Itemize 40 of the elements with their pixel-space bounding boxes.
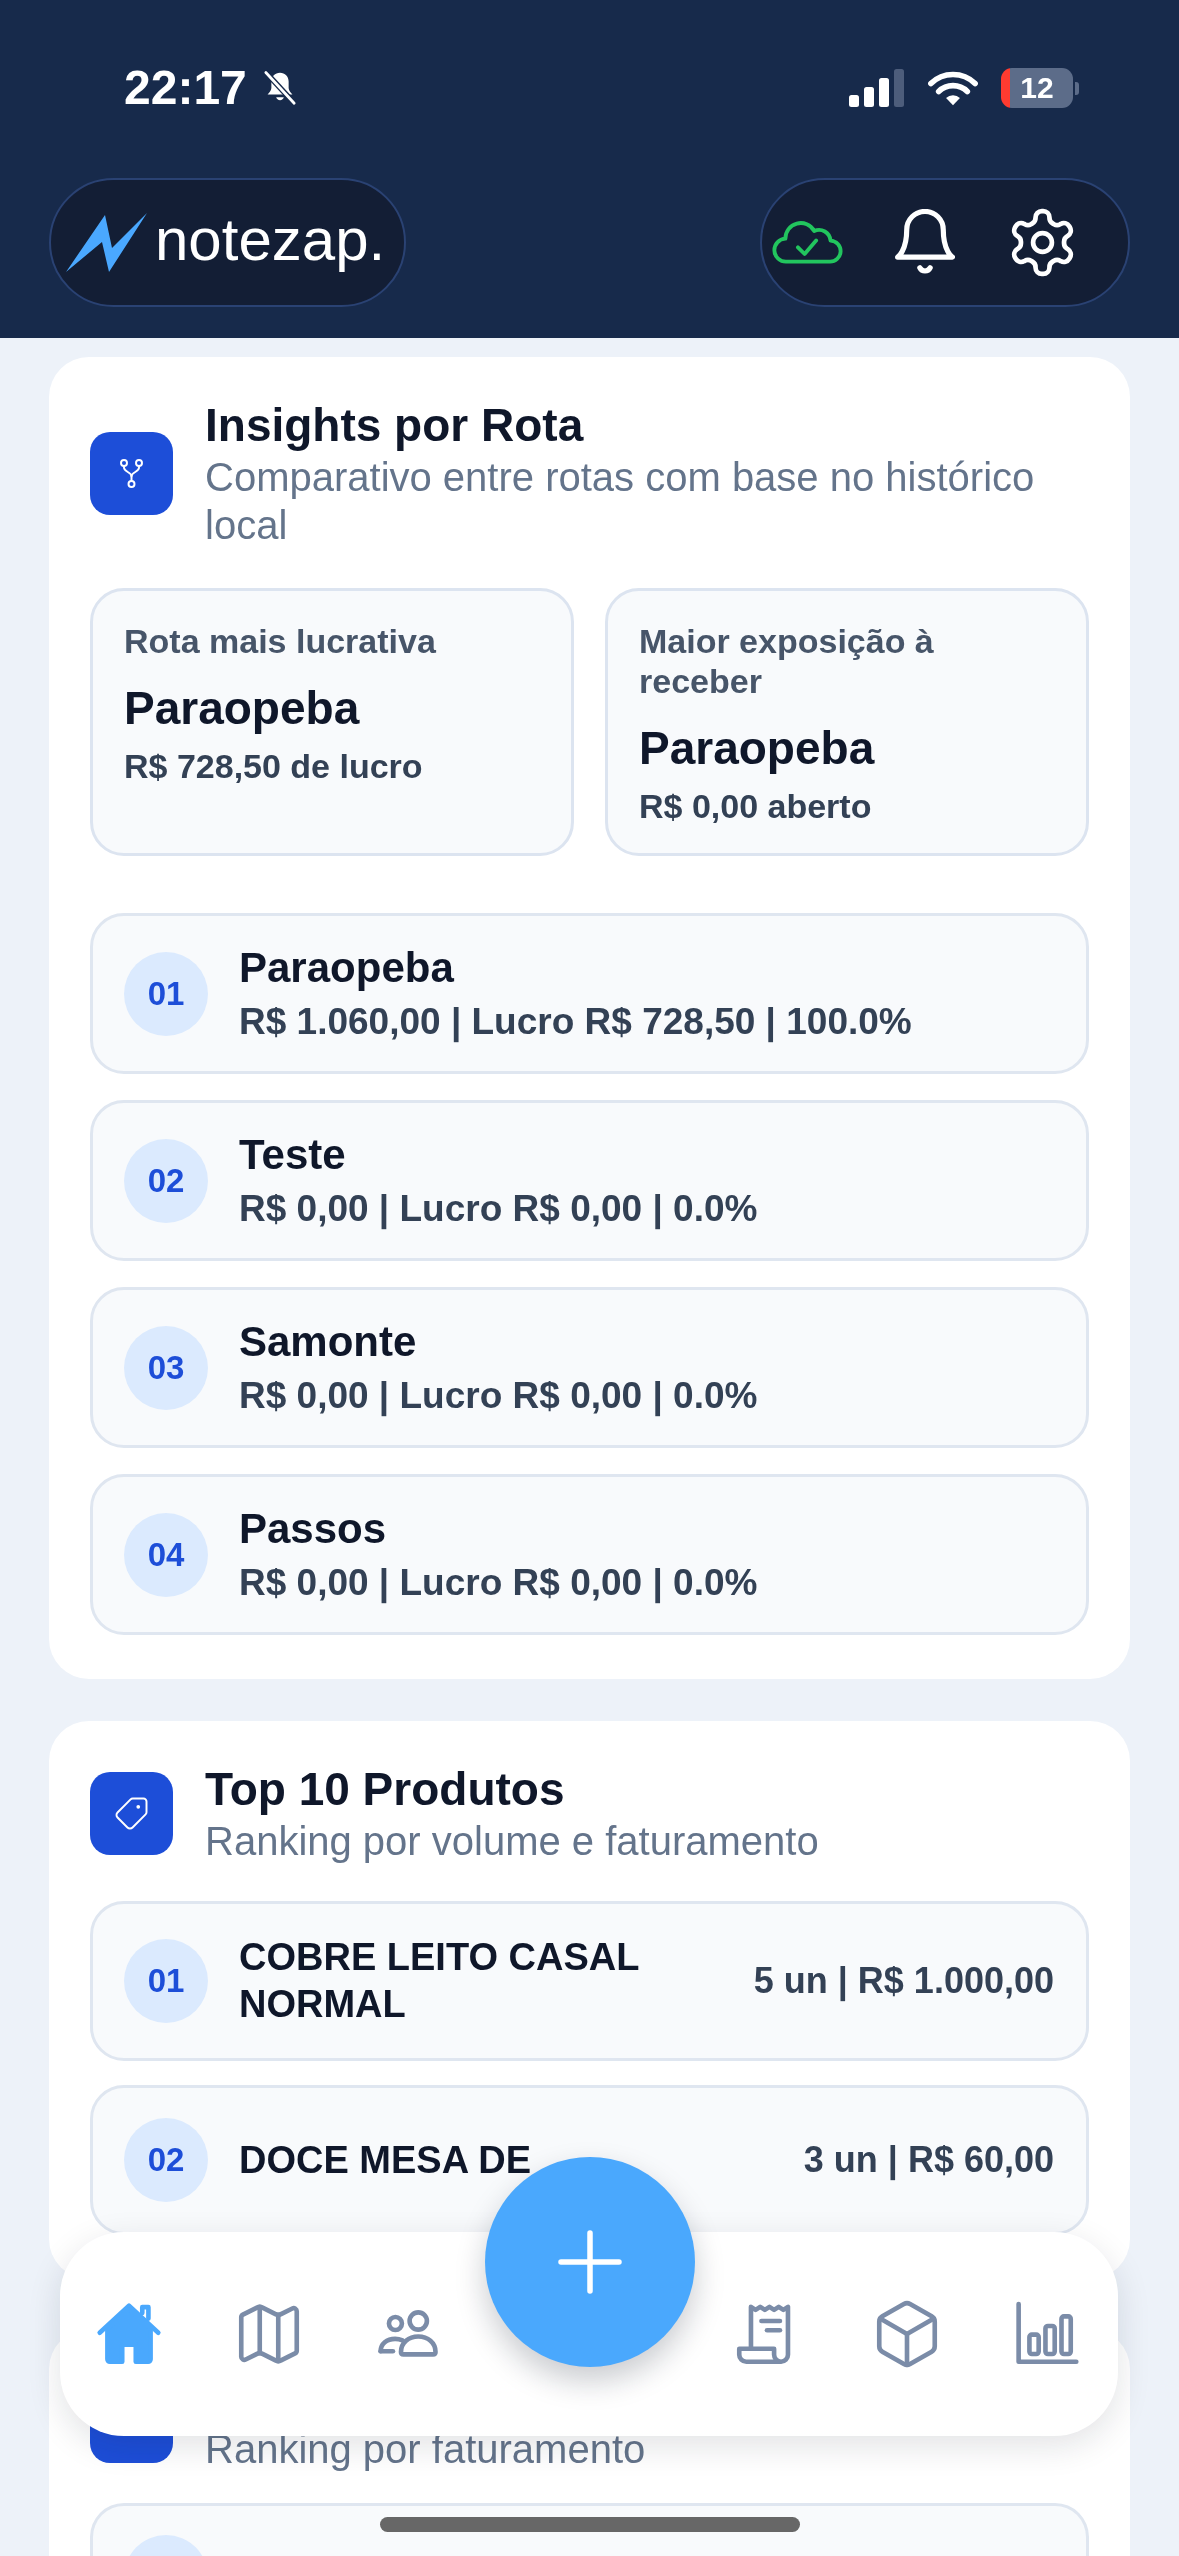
route-summary: R$ 0,00 | Lucro R$ 0,00 | 0.0% xyxy=(239,1374,758,1419)
rank-badge: 01 xyxy=(124,1939,208,2023)
section-subtitle: Comparativo entre rotas com base no histórico local xyxy=(205,454,1036,549)
highlight-value: Paraopeba xyxy=(639,721,876,776)
battery-indicator: 12 xyxy=(1001,68,1079,108)
section-title: Top 10 Produtos xyxy=(205,1762,566,1817)
rank-badge: 04 xyxy=(124,1512,208,1597)
highlight-detail: R$ 728,50 de lucro xyxy=(124,746,424,787)
tag-icon xyxy=(90,1771,173,1855)
highlight-detail: R$ 0,00 aberto xyxy=(639,786,873,827)
route-name: Passos xyxy=(239,1504,388,1554)
wifi-icon xyxy=(927,69,979,107)
fork-icon xyxy=(90,431,173,515)
product-summary: 5 un | R$ 1.000,00 xyxy=(753,1959,1054,2004)
section-title: Insights por Rota xyxy=(205,398,585,453)
section-subtitle: Ranking por volume e faturamento xyxy=(205,1818,820,1865)
highlight-label: Maior exposição à receber xyxy=(639,621,935,701)
rank-badge: 02 xyxy=(124,1138,208,1223)
route-summary: R$ 0,00 | Lucro R$ 0,00 | 0.0% xyxy=(239,1187,758,1232)
section-subtitle: Ranking por faturamento xyxy=(205,2426,647,2473)
product-summary: 3 un | R$ 60,00 xyxy=(803,2138,1054,2183)
status-time: 22:17 xyxy=(124,60,247,116)
product-name: DOCE MESA DE xyxy=(239,2138,532,2181)
route-name: Samonte xyxy=(239,1317,418,1367)
route-summary: R$ 0,00 | Lucro R$ 0,00 | 0.0% xyxy=(239,1561,758,1606)
plus-icon xyxy=(558,2230,622,2294)
bell-icon[interactable] xyxy=(895,209,955,276)
route-name: Teste xyxy=(239,1130,347,1180)
signal-icon xyxy=(849,69,905,107)
highlight-value: Paraopeba xyxy=(124,681,361,736)
route-name: Paraopeba xyxy=(239,943,455,993)
cloud-check-icon[interactable] xyxy=(772,218,843,267)
route-summary: R$ 1.060,00 | Lucro R$ 728,50 | 100.0% xyxy=(239,1000,912,1045)
rank-badge: 01 xyxy=(124,951,208,1036)
product-name: COBRE LEITO CASAL NORMAL xyxy=(239,1936,639,2025)
logo-text: notezap. xyxy=(155,204,386,275)
rank-badge: 02 xyxy=(124,2118,208,2202)
rank-badge: 03 xyxy=(124,1325,208,1410)
lightning-bolt-icon xyxy=(66,213,147,272)
highlight-label: Rota mais lucrativa xyxy=(124,621,437,661)
